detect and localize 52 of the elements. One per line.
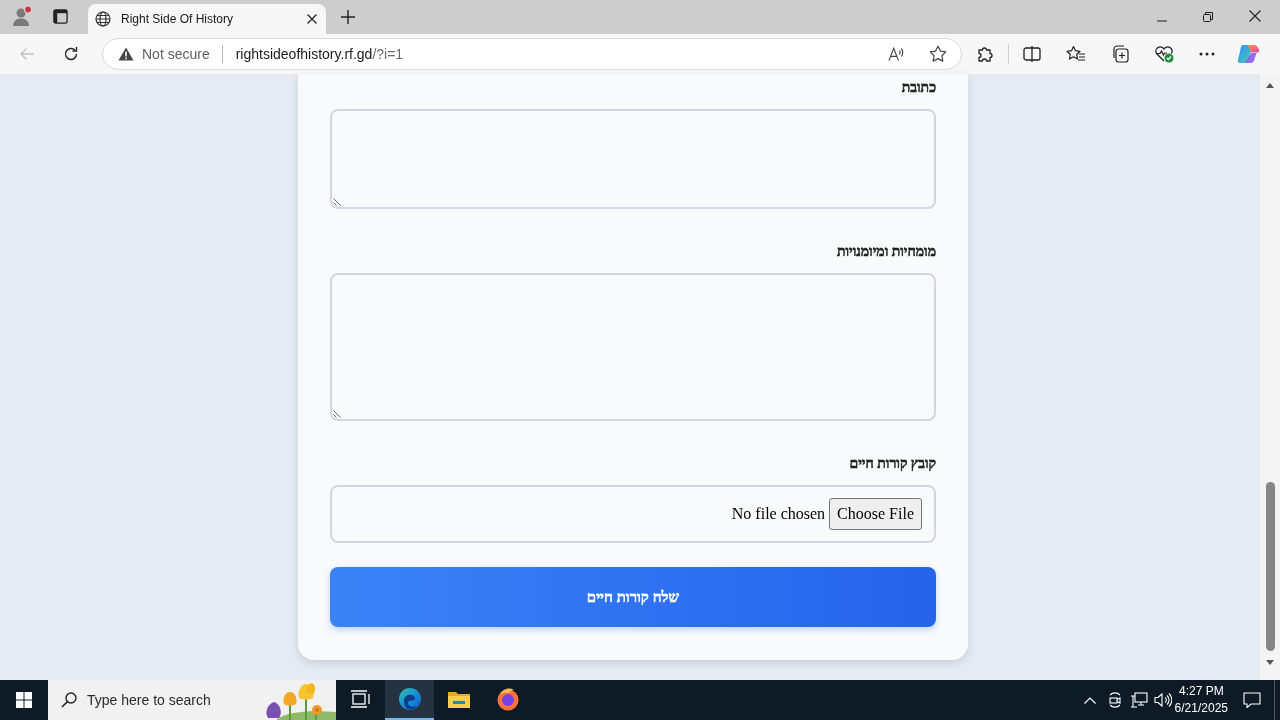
more-icon[interactable] (1199, 52, 1215, 56)
clock-time: 4:27 PM (1178, 683, 1224, 700)
globe-icon (95, 11, 111, 27)
taskbar-app-button[interactable] (385, 680, 434, 720)
close-tab-icon[interactable] (307, 14, 317, 24)
puzzle-icon[interactable] (976, 45, 994, 63)
favorites-icon[interactable] (1066, 45, 1086, 63)
search-input-field[interactable]: Type here to search (87, 692, 221, 708)
scrollbar-track[interactable] (1260, 74, 1280, 680)
new-tab-icon[interactable] (341, 10, 355, 24)
text-area-field[interactable] (330, 109, 936, 209)
notification-icon[interactable] (1243, 692, 1261, 708)
search-icon (61, 692, 77, 708)
swirl-icon (397, 687, 422, 711)
browser-tab[interactable]: Right Side Of History (88, 4, 326, 34)
flame-globe-icon (495, 687, 520, 711)
field-label: כתובת (901, 79, 936, 97)
file-input-field[interactable]: No file chosen Choose File (330, 485, 936, 543)
refresh-icon[interactable] (63, 46, 79, 62)
scroll-down-icon[interactable] (1266, 660, 1274, 665)
close-window-icon[interactable] (1249, 10, 1261, 22)
heart-check-icon[interactable] (1154, 45, 1174, 63)
field-label: מומחיות ומיומנויות (836, 243, 936, 261)
field-label: קובץ קורות חיים (849, 455, 936, 473)
clock-date: 6/21/2025 (1174, 700, 1228, 717)
volume-icon[interactable] (1153, 692, 1172, 708)
favorite-star-icon[interactable] (929, 45, 947, 63)
split-screen-icon[interactable] (1023, 46, 1041, 62)
windows-logo-icon (16, 692, 32, 708)
text-area-field[interactable] (330, 273, 936, 421)
scroll-up-icon[interactable] (1266, 83, 1274, 88)
choose-file-button[interactable]: Choose File (829, 498, 922, 530)
profile-icon[interactable] (11, 5, 33, 27)
resize-grip-icon[interactable] (333, 410, 341, 418)
address-field[interactable]: Not secure rightsideofhistory.rf.gd/?i=1 (102, 38, 962, 70)
site-info-button[interactable]: Not secure (118, 45, 223, 63)
chevron-up-icon[interactable] (1083, 696, 1096, 704)
submit-button[interactable]: שלח קורות חיים (330, 567, 936, 627)
url-text: rightsideofhistory.rf.gd/?i=1 (235, 46, 404, 62)
file-status-text: No file chosen (731, 505, 826, 523)
resize-grip-icon[interactable] (333, 198, 341, 206)
restore-icon[interactable] (1203, 12, 1213, 22)
folder-icon (446, 689, 471, 709)
task-view-icon (350, 690, 371, 708)
camera-icon[interactable] (1107, 692, 1122, 708)
scrollbar-thumb[interactable] (1265, 482, 1275, 651)
tab-actions-icon[interactable] (53, 9, 68, 24)
search-box[interactable]: Type here to search (48, 680, 336, 720)
warning-icon (118, 47, 134, 61)
network-icon[interactable] (1129, 692, 1148, 708)
colorful-logo-icon[interactable] (1237, 43, 1259, 65)
collections-icon[interactable] (1111, 45, 1129, 63)
